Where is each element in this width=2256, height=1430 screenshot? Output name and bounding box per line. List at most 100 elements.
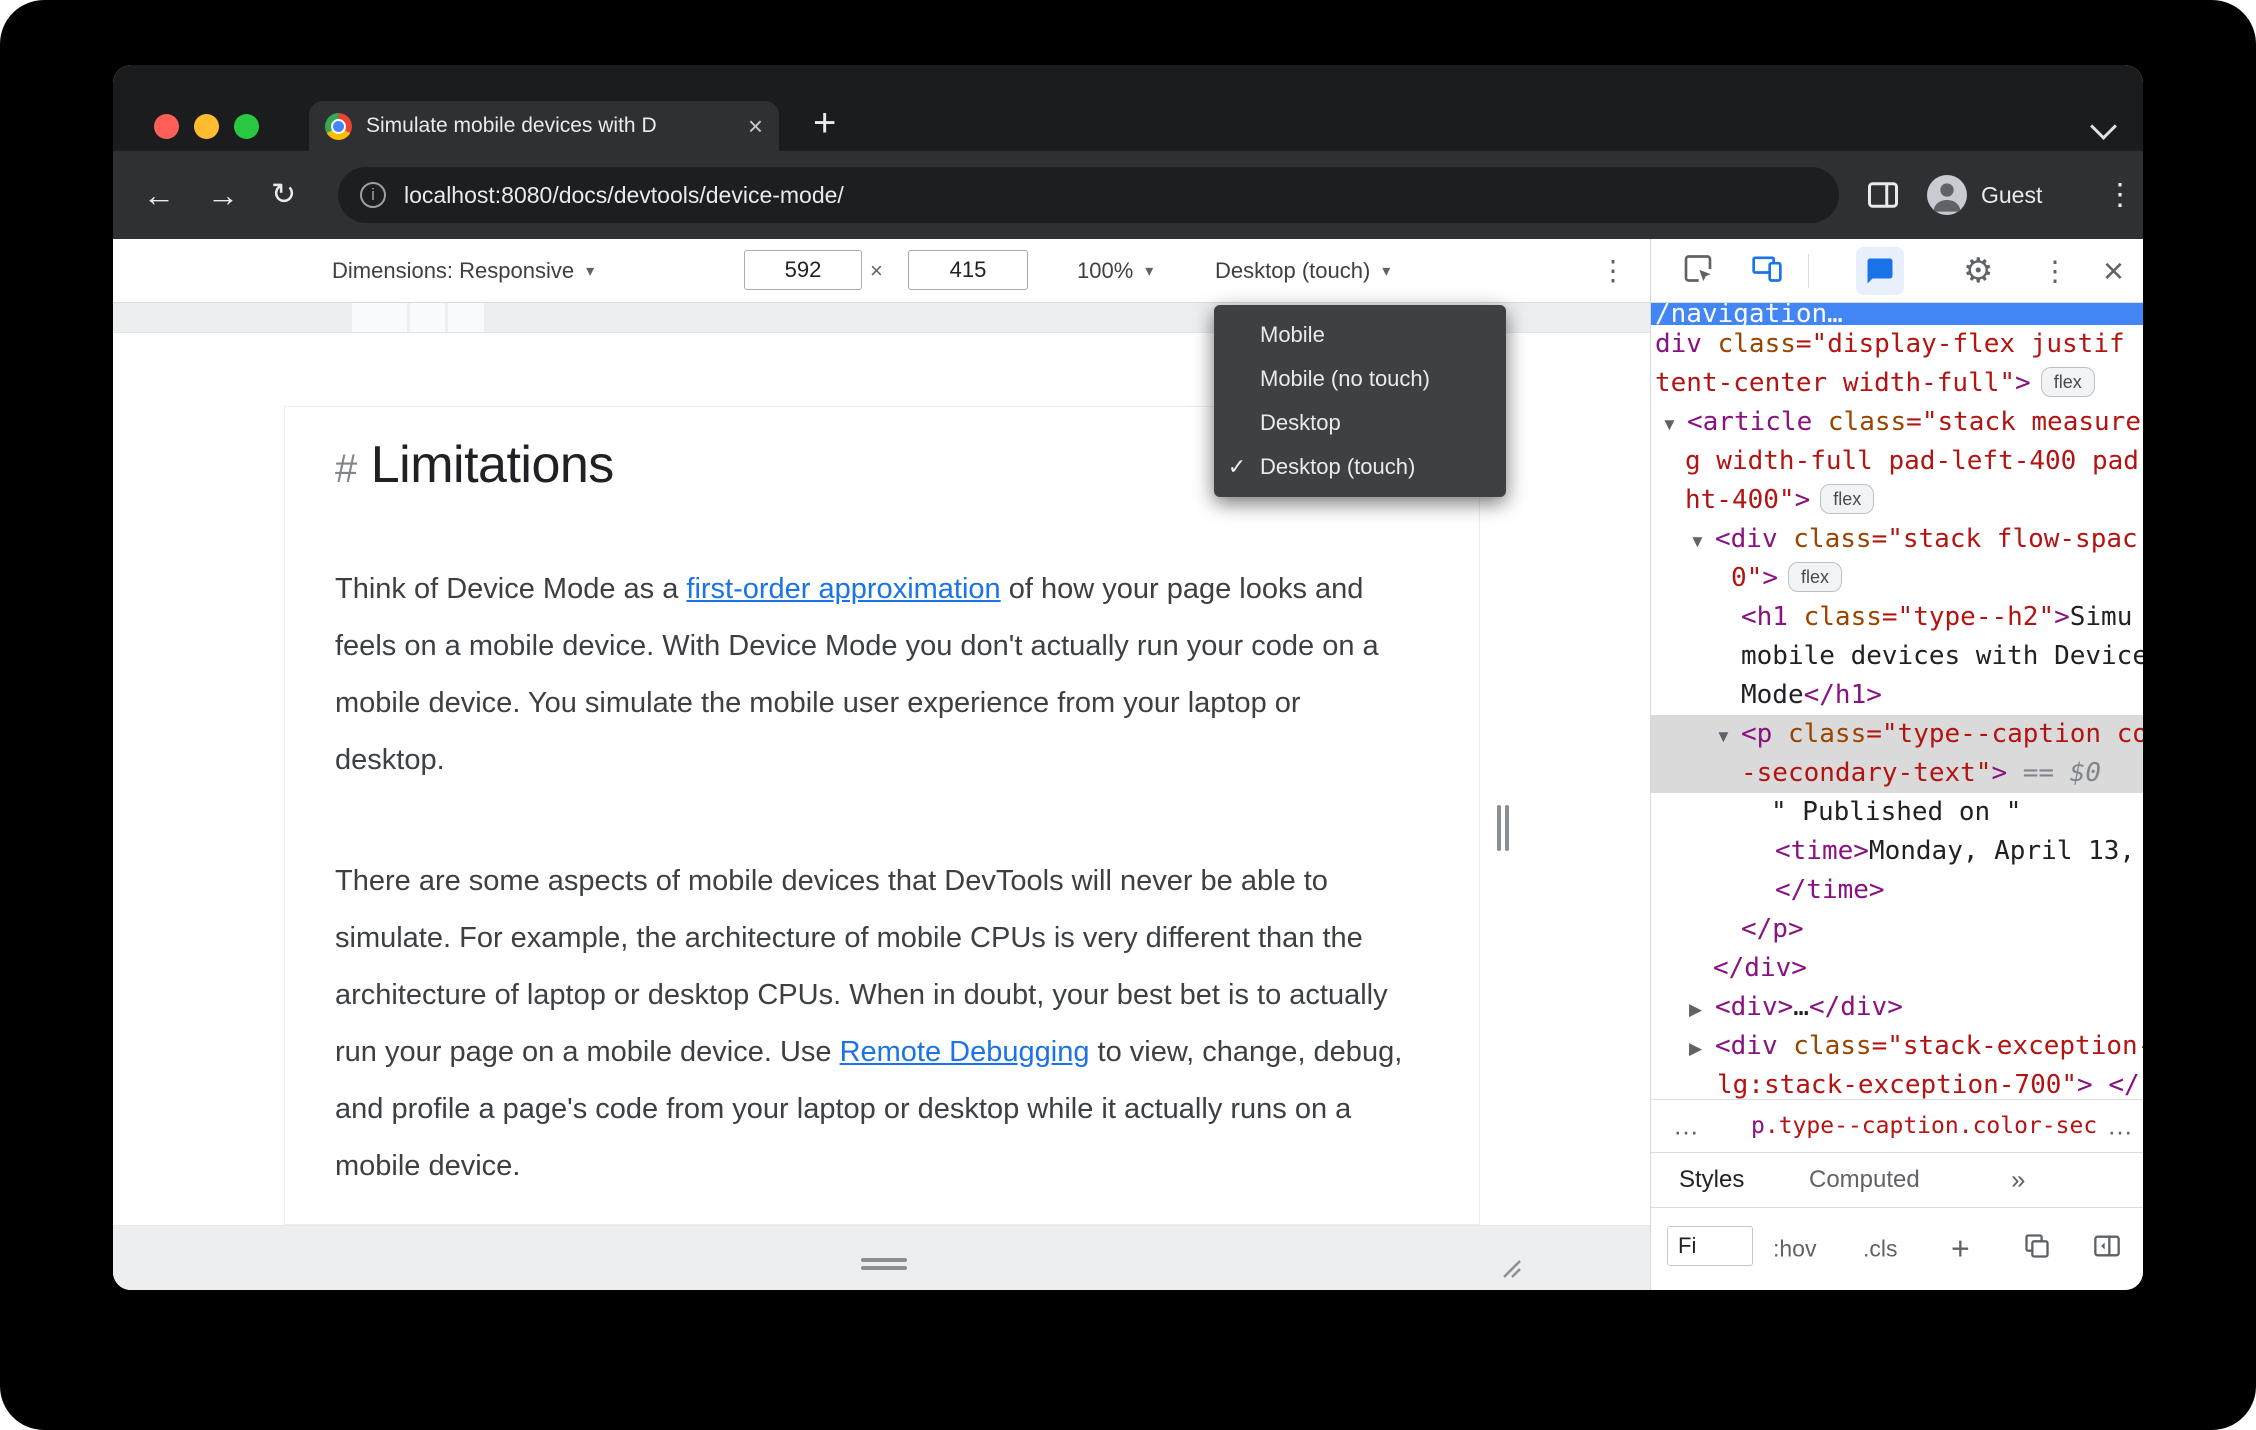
dom-tree-line[interactable]: 0"> flex <box>1651 559 2143 598</box>
expand-arrow-icon[interactable]: ▶ <box>1689 1029 1715 1068</box>
new-tab-button[interactable] <box>813 103 836 143</box>
inspect-icon[interactable] <box>1682 252 1714 289</box>
code-token: Mode <box>1741 680 1804 710</box>
browser-menu-button[interactable] <box>2105 178 2135 213</box>
zoom-select[interactable]: 100% <box>1077 239 1153 302</box>
code-token: > </ <box>2077 1070 2140 1099</box>
reload-button[interactable] <box>271 180 296 210</box>
collapse-arrow-icon[interactable]: ▼ <box>1689 522 1715 561</box>
code-token: <p <box>1741 719 1773 749</box>
dom-tree-line[interactable]: ▶ <div>…</div> <box>1651 988 2143 1027</box>
heading-anchor-hash[interactable]: # <box>335 447 357 491</box>
multiply-label: × <box>870 257 883 283</box>
heading-text: Limitations <box>370 436 615 494</box>
code-token: <h1 <box>1741 602 1788 632</box>
flex-badge[interactable]: flex <box>1820 484 1875 514</box>
dom-tree-line[interactable]: ▼ <article class="stack measure <box>1651 403 2143 442</box>
dom-tree-line[interactable]: </div> <box>1651 949 2143 988</box>
viewport-resize-corner[interactable] <box>1494 1251 1522 1284</box>
collapse-arrow-icon[interactable]: ▼ <box>1715 717 1741 756</box>
viewport-resize-handle-right[interactable] <box>1497 805 1511 851</box>
forward-button[interactable] <box>207 179 239 211</box>
side-panel-icon[interactable] <box>1865 177 1901 218</box>
content-link[interactable]: Remote Debugging <box>840 1036 1090 1068</box>
tab-computed[interactable]: Computed <box>1809 1166 1920 1194</box>
viewport-resize-handle-bottom[interactable] <box>861 1258 907 1272</box>
tab-search-chevron-icon[interactable] <box>2090 113 2117 140</box>
zoom-window-button[interactable] <box>234 114 259 139</box>
styles-filter-input[interactable] <box>1667 1226 1753 1266</box>
dom-tree-line[interactable]: div class="display-flex justif <box>1651 325 2143 364</box>
tabs-more-icon[interactable]: » <box>2011 1165 2025 1196</box>
devtools-close-button[interactable] <box>2103 250 2124 292</box>
menu-item-mobile[interactable]: Mobile <box>1214 313 1506 357</box>
flex-badge[interactable]: flex <box>2040 367 2095 397</box>
dom-tree-line[interactable]: " Published on " <box>1651 793 2143 832</box>
breadcrumb-classes: .type--caption.color-sec <box>1764 1113 2098 1139</box>
new-style-rule-button[interactable]: + <box>1951 1231 1970 1268</box>
dom-tree-line[interactable]: </time> <box>1651 871 2143 910</box>
code-token: … <box>1793 992 1809 1022</box>
dom-tree-line[interactable]: mobile devices with Device <box>1651 637 2143 676</box>
breadcrumb: … p.type--caption.color-sec … <box>1651 1099 2143 1152</box>
menu-item-mobile-no-touch[interactable]: Mobile (no touch) <box>1214 357 1506 401</box>
dom-tree-line[interactable]: </p> <box>1651 910 2143 949</box>
device-type-select[interactable]: Desktop (touch) <box>1215 239 1390 302</box>
width-input[interactable] <box>744 250 862 290</box>
device-toolbar-menu-button[interactable] <box>1599 239 1627 302</box>
toggle-classes-button[interactable]: .cls <box>1863 1236 1898 1263</box>
dom-tree-line[interactable]: ▼ <div class="stack flow-spac <box>1651 520 2143 559</box>
text-segment: Think of Device Mode as a <box>335 573 687 605</box>
code-token: 0" <box>1731 563 1763 593</box>
code-token: ="stack flow-spac <box>1871 524 2138 554</box>
menu-item-desktop[interactable]: Desktop <box>1214 401 1506 445</box>
browser-tab[interactable]: Simulate mobile devices with D <box>309 101 779 151</box>
tab-strip: Simulate mobile devices with D <box>113 65 2143 151</box>
content-link[interactable]: first-order approximation <box>686 573 1000 605</box>
code-token: class <box>1717 329 1796 359</box>
expand-arrow-icon[interactable]: ▶ <box>1689 990 1715 1029</box>
device-toolbar-icon[interactable] <box>1751 252 1783 289</box>
height-input[interactable] <box>908 250 1028 290</box>
site-info-icon[interactable] <box>360 182 386 208</box>
menu-item-desktop-touch[interactable]: ✓ Desktop (touch) <box>1214 445 1506 489</box>
dom-tree-line[interactable]: ht-400"> flex <box>1651 481 2143 520</box>
dom-tree-line[interactable]: ▶ <div class="stack-exception- <box>1651 1027 2143 1066</box>
dom-tree-line[interactable]: Mode</h1> <box>1651 676 2143 715</box>
devtools-menu-button[interactable] <box>2041 254 2069 287</box>
dom-tree-line[interactable]: lg:stack-exception-700"> </ <box>1651 1066 2143 1099</box>
minimize-window-button[interactable] <box>194 114 219 139</box>
toggle-hover-state-button[interactable]: :hov <box>1773 1236 1816 1263</box>
toggle-sidebar-icon[interactable] <box>2093 1232 2121 1266</box>
dom-tree-line[interactable]: /navigation… <box>1651 303 2143 325</box>
guest-label[interactable]: Guest <box>1981 151 2042 239</box>
address-bar[interactable]: localhost:8080/docs/devtools/device-mode… <box>338 167 1839 223</box>
collapse-arrow-icon[interactable]: ▼ <box>1661 405 1687 444</box>
chat-bubble-icon[interactable] <box>1856 246 1904 295</box>
back-button[interactable] <box>143 179 175 211</box>
breadcrumb-tag: p <box>1751 1113 1765 1139</box>
breadcrumb-more-right[interactable]: … <box>2107 1111 2133 1142</box>
dom-tree-line[interactable]: <time>Monday, April 13, <box>1651 832 2143 871</box>
code-token: class <box>1793 524 1872 554</box>
dom-tree-line[interactable]: g width-full pad-left-400 pad <box>1651 442 2143 481</box>
code-token: </div> <box>1713 953 1807 983</box>
code-token: Monday, April 13, <box>1868 836 2136 866</box>
flex-badge[interactable]: flex <box>1787 562 1842 592</box>
dom-tree-line[interactable]: tent-center width-full"> flex <box>1651 364 2143 403</box>
tab-close-icon[interactable] <box>748 113 763 139</box>
breadcrumb-selected[interactable]: p.type--caption.color-sec <box>1751 1113 2097 1139</box>
close-window-button[interactable] <box>154 114 179 139</box>
chevron-down-icon <box>1382 261 1390 281</box>
dom-tree-line[interactable]: ▼ <p class="type--caption co <box>1651 715 2143 754</box>
tab-styles[interactable]: Styles <box>1679 1166 1744 1194</box>
dom-tree-line[interactable]: <h1 class="type--h2">Simu <box>1651 598 2143 637</box>
dom-tree-line[interactable]: -secondary-text"> == $0 <box>1651 754 2143 793</box>
breadcrumb-more-left[interactable]: … <box>1673 1111 1699 1142</box>
dimensions-select[interactable]: Dimensions: Responsive <box>332 239 594 302</box>
avatar[interactable] <box>1927 175 1967 215</box>
copy-styles-icon[interactable] <box>2023 1232 2051 1266</box>
toolbar-divider <box>1808 254 1809 288</box>
settings-gear-icon[interactable] <box>1963 251 1993 291</box>
